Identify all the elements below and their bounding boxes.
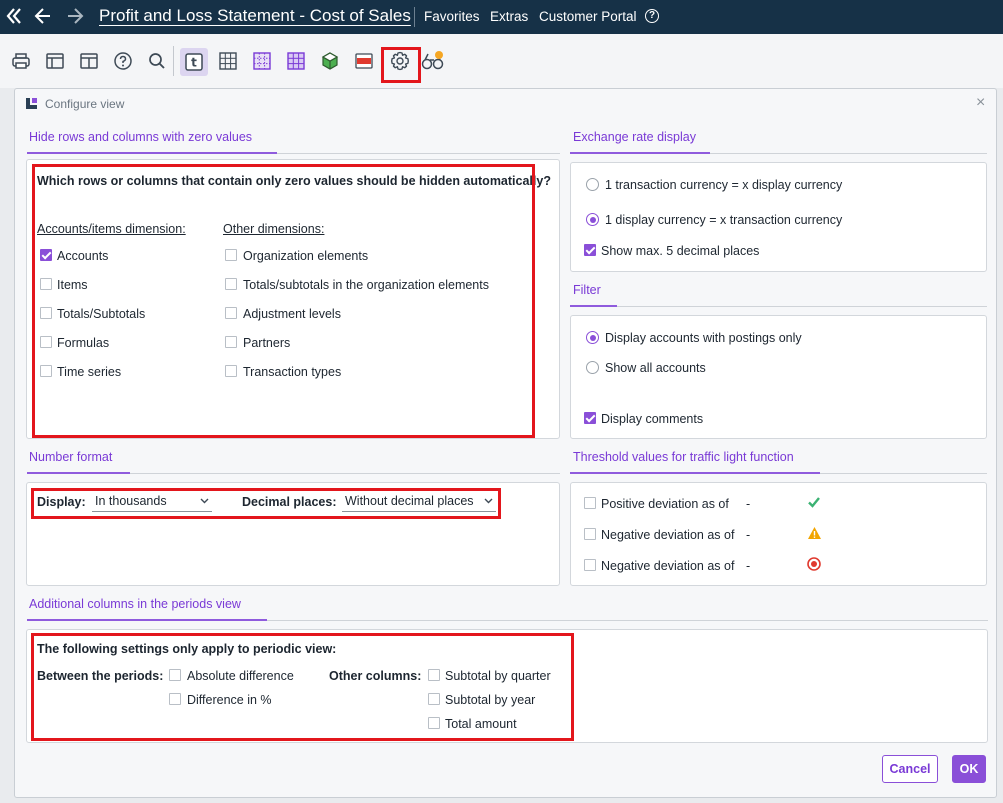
exchange-rate-section-title: Exchange rate display: [573, 130, 696, 144]
page-title[interactable]: Profit and Loss Statement - Cost of Sale…: [99, 6, 411, 26]
radio-label: 1 display currency = x transaction curre…: [605, 213, 843, 227]
stop-red-icon: [807, 557, 821, 574]
threshold-value[interactable]: -: [746, 559, 750, 573]
double-chevron-left-icon[interactable]: [5, 5, 23, 31]
checkbox-negative-deviation-1[interactable]: [584, 528, 596, 540]
checkbox-positive-deviation[interactable]: [584, 497, 596, 509]
section-accent: [570, 152, 710, 154]
radio-all-accounts[interactable]: [586, 361, 599, 374]
top-navigation-bar: Profit and Loss Statement - Cost of Sale…: [0, 0, 1003, 34]
text-view-icon[interactable]: t: [180, 48, 208, 76]
checkbox-label: Show max. 5 decimal places: [601, 244, 760, 258]
arrow-right-icon[interactable]: [66, 5, 84, 31]
ok-button[interactable]: OK: [952, 755, 986, 783]
menu-extras[interactable]: Extras: [490, 9, 528, 24]
warning-triangle-icon: [807, 526, 822, 543]
check-green-icon: [807, 495, 821, 512]
question-circle-icon[interactable]: ?: [645, 9, 659, 23]
divider: [414, 7, 415, 27]
layout-split-icon[interactable]: [77, 49, 101, 73]
threshold-label: Positive deviation as of: [601, 497, 729, 511]
section-accent: [570, 472, 820, 474]
threshold-label: Negative deviation as of: [601, 559, 735, 573]
layout-icon[interactable]: [43, 49, 67, 73]
close-icon[interactable]: ×: [976, 94, 985, 112]
cube-icon[interactable]: [318, 49, 342, 73]
binoculars-icon[interactable]: [421, 49, 445, 73]
zero-values-highlight-box: [32, 164, 535, 438]
arrow-left-icon[interactable]: [34, 5, 52, 31]
threshold-section-title: Threshold values for traffic light funct…: [573, 450, 794, 464]
help-icon[interactable]: [111, 49, 135, 73]
checkbox-negative-deviation-2[interactable]: [584, 559, 596, 571]
menu-customer-portal[interactable]: Customer Portal: [539, 9, 637, 24]
flag-icon[interactable]: [352, 49, 376, 73]
number-format-highlight-box: [31, 488, 501, 519]
configure-view-dialog: Configure view × Hide rows and columns w…: [14, 88, 997, 798]
radio-label: 1 transaction currency = x display curre…: [605, 178, 843, 192]
section-accent: [27, 619, 267, 621]
cancel-button[interactable]: Cancel: [882, 755, 938, 783]
dialog-header: Configure view ×: [15, 89, 996, 119]
checkbox-display-comments[interactable]: [584, 412, 596, 424]
threshold-label: Negative deviation as of: [601, 528, 735, 542]
radio-label: Show all accounts: [605, 361, 706, 375]
threshold-value[interactable]: -: [746, 528, 750, 542]
section-accent: [570, 305, 617, 307]
section-divider: [570, 306, 987, 307]
grid-dots-icon[interactable]: [250, 49, 274, 73]
radio-postings-only[interactable]: [586, 331, 599, 344]
checkbox-decimal-places[interactable]: [584, 244, 596, 256]
search-icon[interactable]: [145, 49, 169, 73]
additional-columns-section-title: Additional columns in the periods view: [29, 597, 241, 611]
toolbar-divider: [173, 46, 174, 76]
threshold-panel: Positive deviation as of - Negative devi…: [570, 482, 987, 586]
threshold-value[interactable]: -: [746, 497, 750, 511]
printer-icon[interactable]: [9, 49, 33, 73]
svg-text:t: t: [191, 56, 197, 70]
filter-panel: Display accounts with postings only Show…: [570, 315, 987, 439]
dialog-title: Configure view: [45, 97, 125, 111]
app-logo-icon: [25, 97, 38, 110]
section-accent: [27, 472, 130, 474]
grid-purple-icon[interactable]: [284, 49, 308, 73]
section-accent: [27, 152, 277, 154]
number-format-section-title: Number format: [29, 450, 113, 464]
filter-section-title: Filter: [573, 283, 601, 297]
settings-highlight-box: [381, 47, 421, 83]
grid-icon[interactable]: [216, 49, 240, 73]
radio-label: Display accounts with postings only: [605, 331, 802, 345]
checkbox-label: Display comments: [601, 412, 704, 426]
additional-columns-highlight-box: [31, 633, 574, 741]
radio-display-to-transaction[interactable]: [586, 213, 599, 226]
radio-transaction-to-display[interactable]: [586, 178, 599, 191]
toolbar: t: [0, 34, 1003, 88]
menu-favorites[interactable]: Favorites: [424, 9, 480, 24]
zero-values-section-title: Hide rows and columns with zero values: [29, 130, 253, 144]
exchange-rate-panel: 1 transaction currency = x display curre…: [570, 162, 987, 272]
